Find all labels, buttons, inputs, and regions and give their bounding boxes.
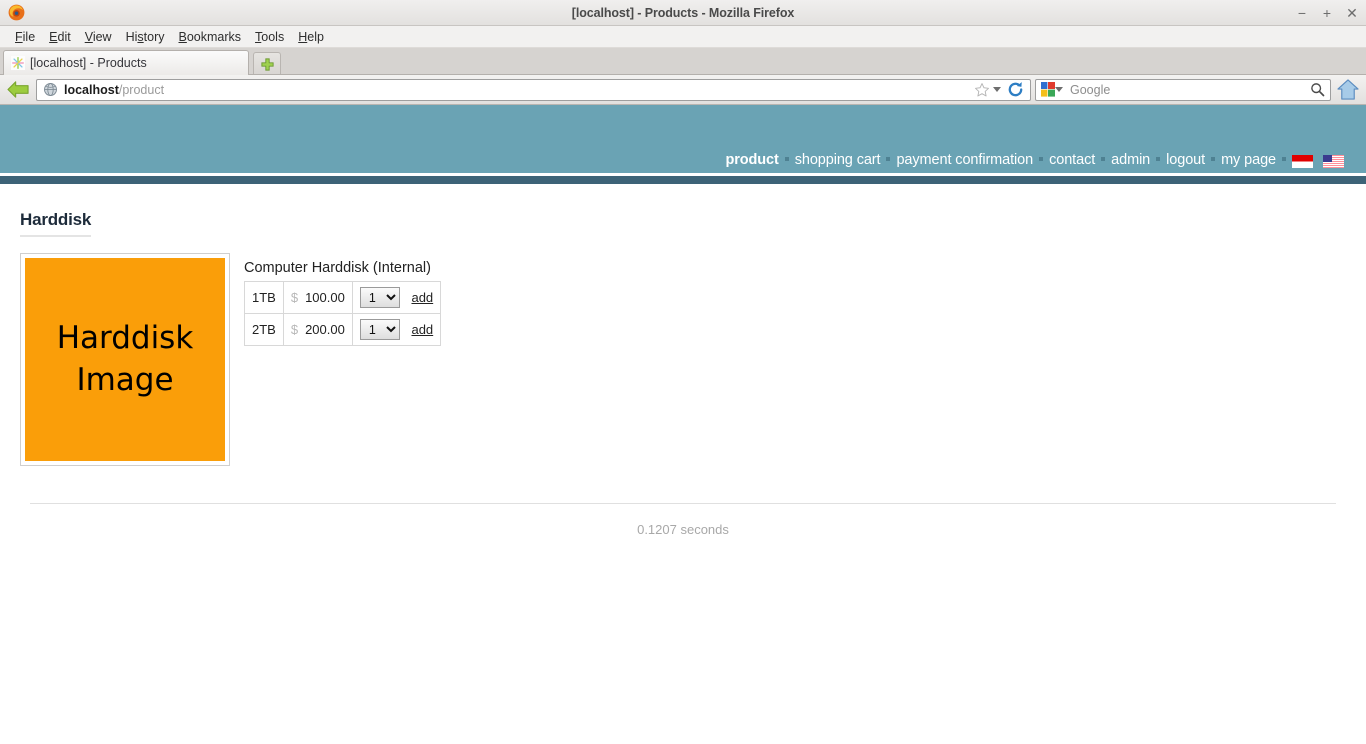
table-row: 1TB $100.00 1 add (244, 281, 442, 314)
url-host: localhost (64, 82, 119, 97)
product-image-placeholder: Harddisk Image (25, 258, 225, 461)
window-titlebar: [localhost] - Products - Mozilla Firefox… (0, 0, 1366, 26)
url-text: localhost/product (64, 83, 974, 97)
product-image-frame: Harddisk Image (20, 253, 230, 466)
back-arrow-icon (7, 81, 29, 98)
nav-separator (1101, 157, 1106, 161)
product-detail: Computer Harddisk (Internal) 1TB $100.00… (244, 253, 442, 346)
tab-bar: [localhost] - Products (0, 48, 1366, 75)
variant-capacity: 2TB (244, 313, 284, 346)
indonesia-flag-icon[interactable] (1292, 154, 1313, 168)
product-image-caption-line1: Harddisk (56, 319, 194, 356)
site-header: product shopping cart payment confirmati… (0, 105, 1366, 173)
globe-icon (43, 82, 58, 97)
menu-bar: File Edit View History Bookmarks Tools H… (0, 26, 1366, 48)
product-image-caption-line2: Image (76, 361, 174, 398)
firefox-logo-icon (7, 3, 26, 22)
search-icon[interactable] (1310, 82, 1325, 97)
url-bar-actions (974, 80, 1026, 100)
window-controls: − + ✕ (1296, 0, 1358, 26)
nav-link-contact[interactable]: contact (1049, 152, 1095, 168)
browser-tab[interactable]: [localhost] - Products (3, 50, 249, 75)
bookmark-star-icon[interactable] (974, 82, 990, 98)
currency-symbol: $ (290, 290, 299, 305)
tab-favicon-icon (11, 56, 25, 70)
menu-tools[interactable]: Tools (248, 30, 291, 44)
plus-icon (260, 57, 274, 71)
nav-link-my-page[interactable]: my page (1221, 152, 1276, 168)
home-button[interactable] (1335, 78, 1361, 102)
variant-actions: 1 add (351, 313, 442, 346)
back-button[interactable] (5, 78, 32, 102)
site-navigation: product shopping cart payment confirmati… (725, 152, 1344, 168)
menu-history[interactable]: History (119, 30, 172, 44)
nav-separator (1282, 157, 1286, 161)
home-icon (1337, 79, 1359, 100)
product-row: Harddisk Image Computer Harddisk (Intern… (20, 253, 1346, 466)
menu-bookmarks[interactable]: Bookmarks (172, 30, 249, 44)
menu-edit[interactable]: Edit (42, 30, 78, 44)
add-to-cart-link[interactable]: add (411, 322, 433, 337)
tab-label: [localhost] - Products (30, 56, 147, 70)
quantity-select[interactable]: 1 (359, 319, 400, 340)
add-to-cart-link[interactable]: add (411, 290, 433, 305)
nav-separator (784, 157, 789, 161)
page-viewport: product shopping cart payment confirmati… (0, 105, 1366, 739)
product-variants-table: 1TB $100.00 1 add 2TB $200.00 1 add (244, 281, 442, 346)
url-path: /product (118, 82, 165, 97)
search-input[interactable]: Google (1070, 83, 1310, 97)
url-dropdown-icon[interactable] (993, 87, 1001, 92)
site-header-band (0, 173, 1366, 184)
table-row: 2TB $200.00 1 add (244, 313, 442, 346)
nav-separator (886, 157, 891, 161)
price-value: 200.00 (305, 322, 345, 337)
variant-actions: 1 add (351, 281, 442, 314)
page-content: Harddisk Harddisk Image Computer Harddis… (0, 184, 1366, 537)
render-time: 0.1207 seconds (637, 522, 729, 537)
nav-separator (1039, 157, 1044, 161)
nav-link-shopping-cart[interactable]: shopping cart (795, 152, 881, 168)
menu-help[interactable]: Help (291, 30, 331, 44)
maximize-button[interactable]: + (1321, 6, 1333, 20)
reload-icon[interactable] (1006, 80, 1026, 100)
price-value: 100.00 (305, 290, 345, 305)
new-tab-button[interactable] (253, 52, 281, 75)
menu-file[interactable]: File (8, 30, 42, 44)
window-title: [localhost] - Products - Mozilla Firefox (571, 5, 795, 20)
variant-price: $100.00 (282, 281, 353, 314)
page-title: Harddisk (20, 210, 91, 237)
usa-flag-icon[interactable] (1323, 154, 1344, 168)
nav-separator (1156, 157, 1161, 161)
nav-link-admin[interactable]: admin (1111, 152, 1150, 168)
menu-view[interactable]: View (78, 30, 119, 44)
quantity-select[interactable]: 1 (359, 287, 400, 308)
nav-link-payment-confirmation[interactable]: payment confirmation (896, 152, 1033, 168)
search-bar[interactable]: Google (1035, 78, 1331, 101)
variant-capacity: 1TB (244, 281, 284, 314)
url-bar[interactable]: localhost/product (36, 78, 1031, 101)
nav-link-logout[interactable]: logout (1166, 152, 1205, 168)
nav-link-product[interactable]: product (725, 152, 778, 168)
search-engine-dropdown-icon[interactable] (1055, 87, 1063, 92)
google-logo-icon (1041, 82, 1055, 97)
close-button[interactable]: ✕ (1346, 6, 1358, 20)
footer-divider (30, 503, 1336, 504)
browser-toolbar: localhost/product Google (0, 75, 1366, 105)
minimize-button[interactable]: − (1296, 6, 1308, 20)
nav-separator (1211, 157, 1216, 161)
variant-price: $200.00 (282, 313, 353, 346)
product-name: Computer Harddisk (Internal) (244, 260, 431, 276)
currency-symbol: $ (290, 322, 299, 337)
